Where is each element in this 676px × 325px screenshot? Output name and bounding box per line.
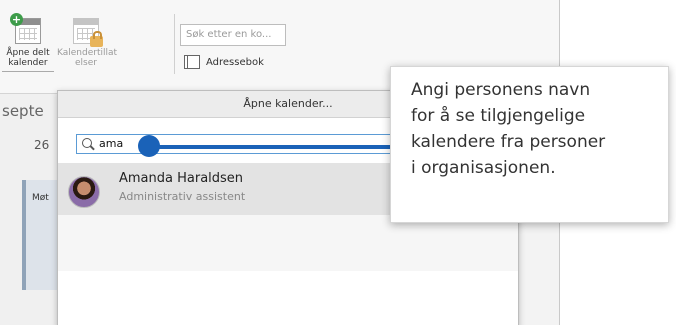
ribbon-separator xyxy=(174,14,175,74)
result-name: Amanda Haraldsen xyxy=(119,171,244,186)
result-title: Administrativ assistent xyxy=(119,190,246,203)
search-people-input[interactable]: Søk etter en ko... xyxy=(180,24,286,46)
search-icon xyxy=(82,138,92,148)
open-shared-calendar-button[interactable]: + Åpne delt kalender xyxy=(2,13,54,72)
address-book-icon xyxy=(184,55,200,69)
callout-text: Angi personens navn for å se tilgjengeli… xyxy=(411,77,661,181)
event-bar xyxy=(22,180,26,290)
month-label: septe xyxy=(2,102,44,120)
calendar-permissions-button[interactable]: Kalendertillat elser xyxy=(57,18,118,68)
callout-pointer-dot xyxy=(138,135,160,157)
lock-icon xyxy=(90,31,103,47)
callout-line-3: kalendere fra personer xyxy=(411,132,606,152)
event-label: Møt xyxy=(32,193,49,203)
permissions-label-2: elser xyxy=(75,58,97,68)
avatar xyxy=(68,176,100,208)
dialog-search-value: ama xyxy=(99,137,124,150)
callout-line-2: for å se tilgjengelige xyxy=(411,106,586,126)
open-shared-label-1: Åpne delt xyxy=(6,48,50,58)
callout-line-1: Angi personens navn xyxy=(411,80,591,100)
address-book-label: Adressebok xyxy=(206,56,264,68)
callout-pointer-line xyxy=(150,145,400,149)
callout-box: Angi personens navn for å se tilgjengeli… xyxy=(390,66,669,223)
results-list-empty xyxy=(58,215,518,271)
calendar-permissions-icon xyxy=(73,18,103,47)
permissions-label-1: Kalendertillat xyxy=(57,48,118,58)
plus-icon: + xyxy=(10,13,23,26)
callout-line-4: i organisasjonen. xyxy=(411,158,556,178)
address-book-button[interactable]: Adressebok xyxy=(184,55,264,69)
open-shared-label-2: kalender xyxy=(8,58,48,68)
add-calendar-icon: + xyxy=(10,13,41,44)
day-number: 26 xyxy=(34,138,50,152)
